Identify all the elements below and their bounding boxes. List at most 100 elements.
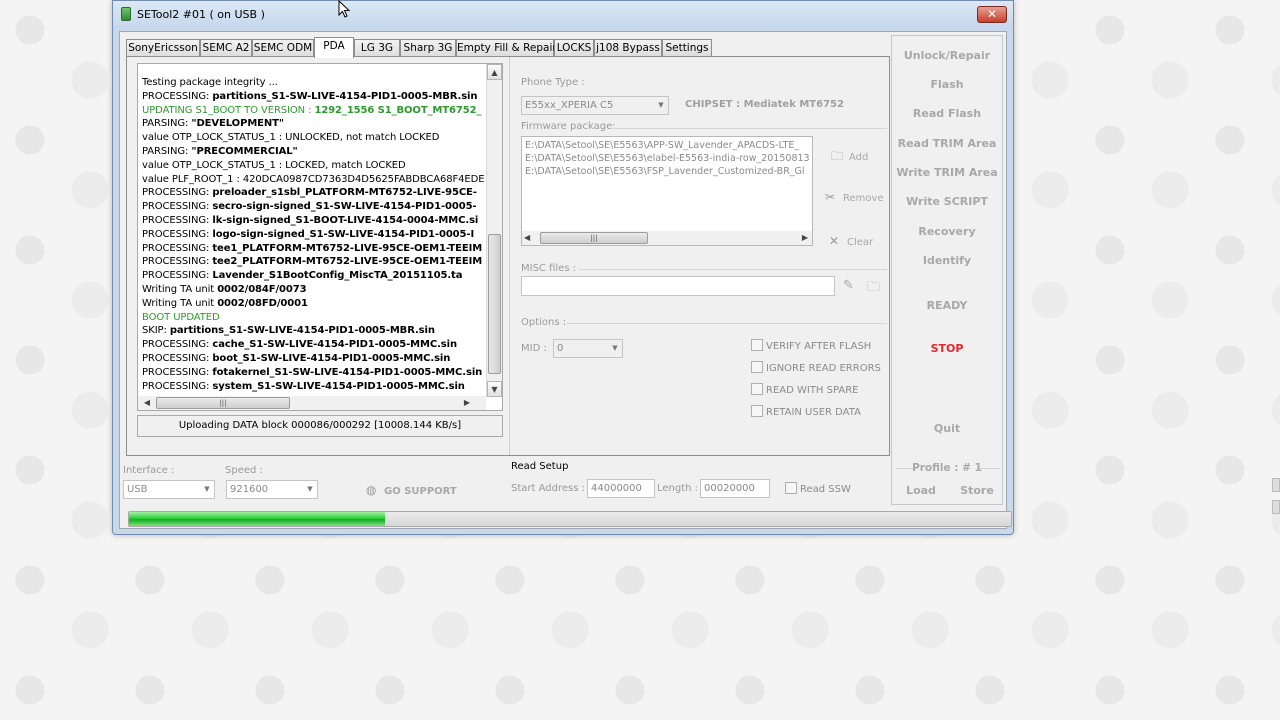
log-line-prefix: PROCESSING: — [142, 90, 213, 102]
read-ssw-checkbox[interactable]: Read SSW — [785, 482, 851, 495]
log-line-value: cache_S1-SW-LIVE-4154-PID1-0005-MMC.sin — [212, 339, 458, 351]
ignore-read-errors-checkbox[interactable]: IGNORE READ ERRORS — [751, 361, 881, 374]
tab-settings[interactable]: Settings — [662, 39, 712, 57]
log-output[interactable]: Testing package integrity ... PROCESSING:… — [137, 63, 503, 411]
log-line-prefix: PROCESSING: — [142, 214, 213, 226]
log-line: value OTP_LOCK_STATUS_1 : LOCKED, match … — [142, 159, 484, 173]
speed-label: Speed : — [225, 465, 263, 476]
log-line: UPDATING S1_BOOT TO VERSION : 1292_1556 … — [142, 104, 484, 118]
tab-semc-odm[interactable]: SEMC ODM — [252, 39, 314, 57]
write-script-button[interactable]: Write SCRIPT — [892, 195, 1002, 208]
store-button[interactable]: Store — [952, 484, 1002, 497]
identify-button[interactable]: Identify — [892, 254, 1002, 267]
scroll-thumb-horizontal[interactable]: ||| — [540, 232, 648, 244]
go-support-label: GO SUPPORT — [384, 486, 457, 497]
tab-sonyericsson[interactable]: SonyEricsson — [126, 39, 200, 57]
tab-semc-a2[interactable]: SEMC A2 — [200, 39, 252, 57]
scroll-left-arrow-icon[interactable]: ◀ — [524, 231, 530, 245]
log-line: PROCESSING: lk-sign-signed_S1-BOOT-LIVE-… — [142, 214, 484, 228]
remove-button[interactable]: ✂ Remove — [825, 190, 884, 204]
tab-empty-fill-repair[interactable]: Empty Fill & Repair — [456, 39, 557, 57]
chevron-down-icon: ▼ — [612, 344, 618, 352]
app-icon — [121, 7, 131, 21]
misc-files-input[interactable] — [521, 276, 835, 296]
start-address-input[interactable]: 44000000 — [587, 479, 655, 498]
tab-lg-3g[interactable]: LG 3G — [354, 39, 400, 57]
log-line-prefix: PROCESSING: — [142, 201, 213, 213]
scroll-up-arrow-icon[interactable]: ▲ — [487, 64, 502, 80]
length-input[interactable]: 00020000 — [700, 479, 770, 498]
close-icon: ✕ — [829, 234, 840, 248]
flash-button[interactable]: Flash — [892, 78, 1002, 91]
tab-sharp-3g[interactable]: Sharp 3G — [400, 39, 456, 57]
log-line-value: 1292_1556 S1_BOOT_MT6752_ — [314, 104, 482, 116]
log-line: PROCESSING: Lavender_S1BootConfig_MiscTA… — [142, 269, 484, 283]
log-line: SKIP: partitions_S1-SW-LIVE-4154-PID1-00… — [142, 324, 484, 338]
clear-button[interactable]: ✕ Clear — [829, 234, 873, 248]
tab-j108-bypass[interactable]: j108 Bypass — [594, 39, 662, 57]
title-bar[interactable]: SETool2 #01 ( on USB ) ✕ — [113, 1, 1013, 29]
log-line-value: preloader_s1sbl_PLATFORM-MT6752-LIVE-95C… — [212, 187, 477, 199]
interface-label: Interface : — [123, 465, 175, 476]
load-button[interactable]: Load — [896, 484, 946, 497]
scroll-right-arrow-icon[interactable]: ▶ — [802, 231, 808, 245]
phone-type-label: Phone Type : — [521, 77, 585, 88]
firmware-horizontal-scrollbar[interactable]: ◀ ||| ▶ — [522, 231, 812, 245]
chevron-down-icon: ▼ — [204, 485, 210, 493]
length-label: Length : — [657, 483, 699, 494]
add-button[interactable]: 🗀 Add — [831, 147, 868, 168]
stop-button[interactable]: STOP — [892, 342, 1002, 355]
firmware-file-list[interactable]: E:\DATA\Setool\SE\E5563\APP-SW_Lavender_… — [521, 136, 813, 246]
scroll-down-arrow-icon[interactable]: ▼ — [487, 381, 502, 397]
phone-type-select[interactable]: E55xx_XPERIA C5 ▼ — [521, 96, 669, 115]
log-line-value: partitions_S1-SW-LIVE-4154-PID1-0005-MBR… — [169, 325, 435, 337]
log-line-prefix: value OTP_LOCK_STATUS_1 : LOCKED, match … — [142, 159, 406, 171]
write-trim-area-button[interactable]: Write TRIM Area — [892, 166, 1002, 179]
mid-select[interactable]: 0 ▼ — [553, 339, 623, 358]
panel-divider — [509, 57, 510, 455]
log-horizontal-scrollbar[interactable]: ◀ ||| ▶ — [138, 396, 486, 410]
tab-pda[interactable]: PDA — [314, 37, 354, 58]
retain-user-data-checkbox[interactable]: RETAIN USER DATA — [751, 405, 861, 418]
mid-value: 0 — [557, 343, 564, 354]
firmware-file[interactable]: E:\DATA\Setool\SE\E5563\elabel-E5563-ind… — [522, 152, 812, 165]
read-trim-area-button[interactable]: Read TRIM Area — [892, 137, 1002, 150]
unlock-repair-button[interactable]: Unlock/Repair — [892, 49, 1002, 62]
go-support-button[interactable]: ◍ GO SUPPORT — [366, 483, 457, 497]
phone-type-value: E55xx_XPERIA C5 — [525, 100, 614, 111]
scroll-left-arrow-icon[interactable]: ◀ — [140, 396, 154, 410]
close-button[interactable]: ✕ — [977, 6, 1007, 23]
recovery-button[interactable]: Recovery — [892, 225, 1002, 238]
scroll-thumb[interactable] — [488, 234, 501, 374]
log-line-value: logo-sign-signed_S1-SW-LIVE-4154-PID1-00… — [212, 228, 475, 240]
tab-locks[interactable]: LOCKS — [554, 39, 594, 57]
log-line: PROCESSING: system_S1-SW-LIVE-4154-PID1-… — [142, 380, 484, 394]
separator — [980, 468, 1000, 469]
folder-icon[interactable]: 🗀 — [867, 278, 880, 300]
log-vertical-scrollbar[interactable]: ▲ ▼ — [486, 64, 502, 397]
log-line-prefix: PROCESSING: — [142, 228, 213, 240]
log-line-prefix: Writing TA unit — [142, 297, 218, 309]
verify-after-flash-checkbox[interactable]: VERIFY AFTER FLASH — [751, 339, 871, 352]
log-line-value: tee1_PLATFORM-MT6752-LIVE-95CE-OEM1-TEEI… — [212, 242, 483, 254]
log-line: Writing TA unit 0002/084F/0073 — [142, 283, 484, 297]
interface-select[interactable]: USB ▼ — [123, 480, 215, 499]
firmware-file[interactable]: E:\DATA\Setool\SE\E5563\FSP_Lavender_Cus… — [522, 165, 812, 178]
log-line: Testing package integrity ... — [142, 76, 484, 90]
scroll-right-arrow-icon[interactable]: ▶ — [460, 396, 474, 410]
checkbox-label: READ WITH SPARE — [766, 385, 859, 396]
speed-select[interactable]: 921600 ▼ — [226, 480, 318, 499]
quit-button[interactable]: Quit — [892, 422, 1002, 435]
scroll-thumb-horizontal[interactable]: ||| — [156, 397, 290, 409]
log-line-value: "DEVELOPMENT" — [191, 118, 284, 130]
separator — [613, 128, 887, 129]
log-line-value: secro-sign-signed_S1-SW-LIVE-4154-PID1-0… — [212, 201, 477, 213]
log-line-prefix: PROCESSING: — [142, 339, 213, 351]
firmware-file[interactable]: E:\DATA\Setool\SE\E5563\APP-SW_Lavender_… — [522, 139, 812, 152]
log-lines: Testing package integrity ... PROCESSING:… — [142, 76, 484, 398]
read-flash-button[interactable]: Read Flash — [892, 107, 1002, 120]
pencil-icon[interactable]: ✎ — [843, 278, 854, 293]
client-area: SonyEricsson SEMC A2 SEMC ODM PDA LG 3G … — [119, 31, 1012, 529]
read-with-spare-checkbox[interactable]: READ WITH SPARE — [751, 383, 858, 396]
checkbox-label: Read SSW — [800, 484, 851, 495]
